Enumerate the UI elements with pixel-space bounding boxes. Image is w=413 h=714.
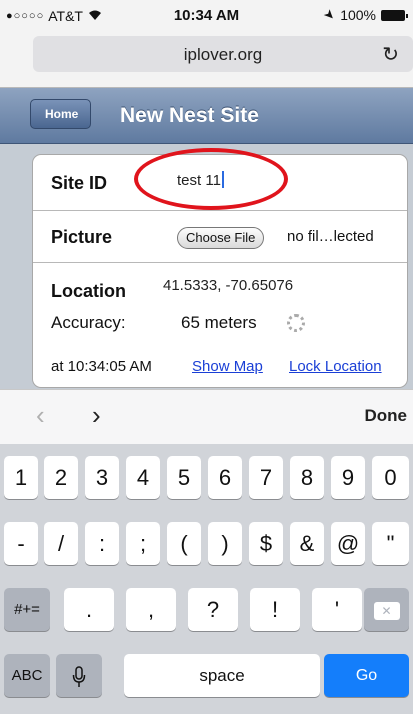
abc-key[interactable]: ABC [4, 654, 50, 697]
picture-row: Picture Choose File no fil…lected [33, 211, 407, 263]
key-8[interactable]: 8 [290, 456, 324, 499]
go-key[interactable]: Go [324, 654, 409, 697]
key-close-paren[interactable]: ) [208, 522, 242, 565]
key-slash[interactable]: / [44, 522, 78, 565]
key-hyphen[interactable]: - [4, 522, 38, 565]
site-id-label: Site ID [51, 173, 108, 193]
key-apostrophe[interactable]: ' [312, 588, 362, 631]
key-exclamation[interactable]: ! [250, 588, 300, 631]
picture-label: Picture [51, 227, 113, 247]
key-5[interactable]: 5 [167, 456, 201, 499]
key-9[interactable]: 9 [331, 456, 365, 499]
location-row: Location 41.5333, -70.65076 Accuracy: 65… [33, 263, 407, 387]
delete-icon: ✕ [373, 602, 400, 621]
lock-location-link[interactable]: Lock Location [289, 358, 382, 375]
choose-file-button[interactable]: Choose File [177, 227, 265, 249]
key-at[interactable]: @ [331, 522, 365, 565]
key-dollar[interactable]: $ [249, 522, 283, 565]
battery-icon [381, 9, 408, 21]
key-open-paren[interactable]: ( [167, 522, 201, 565]
accuracy-label: Accuracy: [51, 313, 126, 332]
status-bar: ●○○○○ AT&T 10:34 AM ➤ 100% [0, 0, 413, 30]
key-6[interactable]: 6 [208, 456, 242, 499]
accuracy-value: 65 meters [181, 313, 257, 332]
key-question[interactable]: ? [188, 588, 238, 631]
loading-spinner-icon [287, 314, 305, 332]
location-time: at 10:34:05 AM [51, 358, 152, 375]
next-field-button[interactable]: › [92, 400, 101, 431]
red-highlight-circle [134, 148, 288, 210]
key-1[interactable]: 1 [4, 456, 38, 499]
more-symbols-key[interactable]: #+= [4, 588, 50, 631]
page-title: New Nest Site [120, 104, 259, 127]
home-button[interactable]: Home [30, 99, 92, 129]
show-map-link[interactable]: Show Map [192, 358, 263, 375]
key-2[interactable]: 2 [44, 456, 78, 499]
file-status-text: no fil…lected [287, 228, 374, 245]
key-ampersand[interactable]: & [290, 522, 324, 565]
microphone-icon [72, 663, 86, 688]
navigation-bar: Home New Nest Site [0, 88, 413, 144]
reload-icon[interactable]: ↻ [382, 42, 399, 67]
key-4[interactable]: 4 [126, 456, 160, 499]
key-quote[interactable]: " [372, 522, 409, 565]
key-7[interactable]: 7 [249, 456, 283, 499]
battery-info: ➤ 100% [321, 5, 408, 24]
address-bar[interactable]: iplover.org ↻ [33, 36, 413, 72]
location-label: Location [51, 281, 126, 301]
battery-percent: 100% [340, 7, 376, 23]
key-semicolon[interactable]: ; [126, 522, 160, 565]
key-3[interactable]: 3 [85, 456, 119, 499]
numeric-keyboard: 1 2 3 4 5 6 7 8 9 0 - / : ; ( ) $ & @ " … [0, 444, 413, 714]
previous-field-button[interactable]: ‹ [36, 400, 45, 431]
done-button[interactable]: Done [365, 406, 408, 426]
delete-key[interactable]: ✕ [364, 588, 409, 631]
location-coordinates: 41.5333, -70.65076 [163, 277, 294, 294]
space-key[interactable]: space [124, 654, 320, 697]
browser-toolbar: iplover.org ↻ [0, 30, 413, 88]
key-colon[interactable]: : [85, 522, 119, 565]
key-period[interactable]: . [64, 588, 114, 631]
keyboard-accessory-bar: ‹ › Done [0, 389, 413, 444]
dictation-key[interactable] [56, 654, 102, 697]
url-text: iplover.org [183, 45, 263, 64]
key-0[interactable]: 0 [372, 456, 409, 499]
key-comma[interactable]: , [126, 588, 176, 631]
